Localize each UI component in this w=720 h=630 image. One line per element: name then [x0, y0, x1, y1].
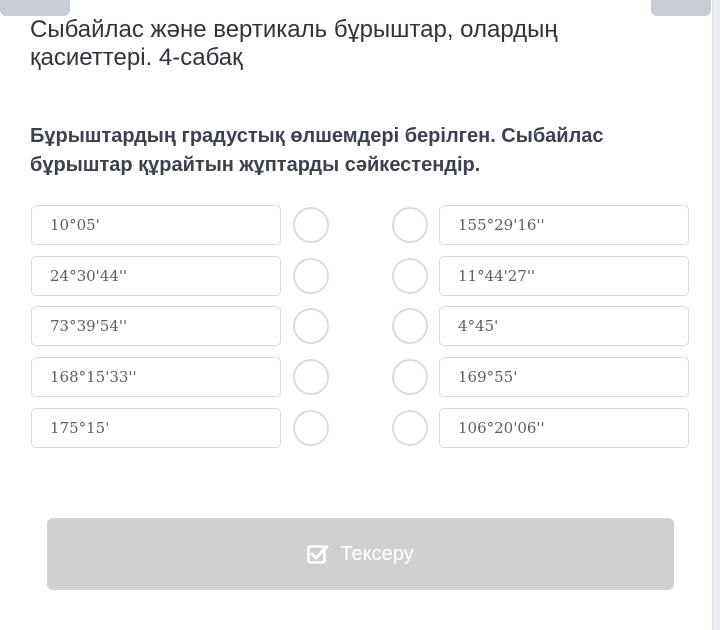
right-option-1[interactable]: 155°29'16'': [439, 205, 689, 245]
left-option-3[interactable]: 73°39'54'': [31, 306, 281, 346]
check-button[interactable]: Тексеру: [47, 518, 674, 590]
check-button-label: Тексеру: [340, 542, 414, 565]
question-text: Бұрыштардың градустық өлшемдері берілген…: [30, 125, 604, 176]
left-connector-5[interactable]: [293, 410, 329, 446]
page-title: Сыбайлас және вертикаль бұрыштар, оларды…: [30, 16, 558, 71]
left-option-1[interactable]: 10°05': [31, 205, 281, 245]
top-tab-left[interactable]: [0, 0, 70, 16]
right-connector-4[interactable]: [392, 359, 428, 395]
left-connector-3[interactable]: [293, 308, 329, 344]
left-connector-2[interactable]: [293, 258, 329, 294]
scrollbar[interactable]: [712, 0, 720, 630]
right-option-5[interactable]: 106°20'06'': [439, 408, 689, 448]
right-option-2[interactable]: 11°44'27'': [439, 256, 689, 296]
left-option-2[interactable]: 24°30'44'': [31, 256, 281, 296]
left-option-5[interactable]: 175°15': [31, 408, 281, 448]
top-tab-right[interactable]: [651, 0, 711, 16]
right-connector-5[interactable]: [392, 410, 428, 446]
right-connector-3[interactable]: [392, 308, 428, 344]
right-connector-1[interactable]: [392, 207, 428, 243]
checkbox-check-icon: [307, 545, 329, 564]
left-connector-4[interactable]: [293, 359, 329, 395]
left-connector-1[interactable]: [293, 207, 329, 243]
left-option-4[interactable]: 168°15'33'': [31, 357, 281, 397]
right-connector-2[interactable]: [392, 258, 428, 294]
right-option-4[interactable]: 169°55': [439, 357, 689, 397]
right-option-3[interactable]: 4°45': [439, 306, 689, 346]
